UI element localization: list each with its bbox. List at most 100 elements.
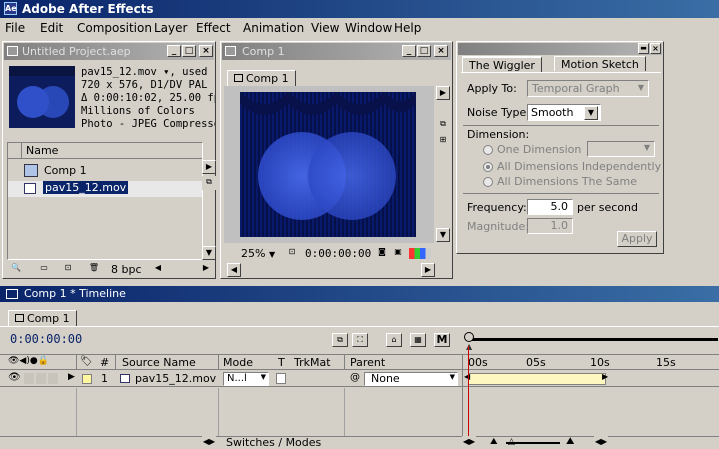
- switches-modes-toggle[interactable]: Switches / Modes: [226, 436, 321, 449]
- layer-duration-bar[interactable]: [468, 373, 606, 385]
- zoom-out-icon[interactable]: ⛰: [490, 437, 498, 447]
- menu-window[interactable]: Window: [345, 21, 392, 35]
- menu-file[interactable]: File: [5, 21, 25, 35]
- menu-view[interactable]: View: [311, 21, 339, 35]
- grid-icon[interactable]: ⊞: [436, 134, 450, 148]
- scroll-left-icon[interactable]: ◀: [227, 263, 241, 277]
- zoom-in-icon[interactable]: ⛰: [566, 436, 574, 447]
- flowchart-icon[interactable]: ⧉: [202, 176, 216, 190]
- channel-colors-icon[interactable]: [409, 248, 431, 259]
- time-navigator[interactable]: ▲: [464, 332, 719, 351]
- t-header[interactable]: T: [278, 356, 285, 369]
- comp-tab[interactable]: Comp 1: [227, 70, 296, 86]
- mode-header[interactable]: Mode: [223, 356, 253, 369]
- wiggler-title-bar[interactable]: ▬ ×: [458, 43, 662, 55]
- scroll-right-icon[interactable]: ▶: [421, 263, 435, 277]
- trkmat-header[interactable]: TrkMat: [294, 356, 331, 369]
- maximize-button[interactable]: □: [182, 45, 196, 57]
- radio-one-dimension[interactable]: One Dimension: [483, 143, 581, 156]
- frequency-input[interactable]: 5.0: [527, 199, 573, 215]
- navigator-start-handle[interactable]: [464, 332, 474, 342]
- layer-out-point-icon[interactable]: ▶: [602, 372, 608, 381]
- minimize-button[interactable]: _: [167, 45, 181, 57]
- magnitude-input[interactable]: 1.0: [527, 218, 573, 234]
- minimize-button[interactable]: _: [402, 45, 416, 57]
- flowchart-icon[interactable]: ⧉: [436, 118, 450, 132]
- eye-icon[interactable]: 👁: [8, 372, 21, 383]
- apply-to-dropdown[interactable]: Temporal Graph ▼: [527, 80, 649, 97]
- comp-viewer[interactable]: [224, 86, 434, 243]
- layer-name[interactable]: pav15_12.mov: [135, 372, 216, 385]
- pickwhip-icon[interactable]: @: [350, 372, 360, 383]
- one-dimension-dropdown[interactable]: ▼: [587, 141, 655, 157]
- scroll-right-icon[interactable]: ▶: [202, 160, 216, 174]
- comp-hscroll[interactable]: ◀ ▶: [223, 263, 451, 277]
- preserve-transparency-checkbox[interactable]: [276, 373, 286, 384]
- comp-toolbar: 25% ▼ ⊡ 0:00:00:00 ◙ ▣: [223, 245, 451, 263]
- timeline-title-bar[interactable]: Comp 1 * Timeline: [0, 286, 719, 302]
- project-scrollbar[interactable]: ▶ ⧉ ▼: [202, 160, 216, 260]
- table-row[interactable]: 👁 ▶ 1 pav15_12.mov N...l ▼ @ None ▼ ◀ ▶: [0, 371, 719, 387]
- maximize-button[interactable]: □: [417, 45, 431, 57]
- chevron-down-icon: ▼: [268, 250, 276, 259]
- solo-switch[interactable]: [36, 373, 46, 384]
- bpc-button[interactable]: 8 bpc: [111, 263, 142, 276]
- parent-dropdown[interactable]: None ▼: [364, 372, 458, 386]
- show-snapshot-icon[interactable]: ▣: [391, 246, 405, 260]
- timeline-comp-tab[interactable]: Comp 1: [8, 310, 77, 326]
- scroll-right-icon[interactable]: ▶: [199, 262, 213, 276]
- menu-effect[interactable]: Effect: [196, 21, 231, 35]
- noise-type-dropdown[interactable]: Smooth ▼: [527, 104, 601, 121]
- source-name-header[interactable]: Source Name: [122, 356, 196, 369]
- close-button[interactable]: ×: [199, 45, 213, 57]
- timeline-timecode[interactable]: 0:00:00:00: [10, 332, 82, 346]
- scroll-left-icon[interactable]: ◀: [151, 262, 165, 276]
- palette-menu-button[interactable]: ▬: [638, 43, 649, 54]
- apply-button[interactable]: Apply: [617, 231, 657, 247]
- new-folder-icon[interactable]: ▭: [37, 262, 51, 276]
- scroll-right-icon[interactable]: ◀▶: [594, 436, 608, 449]
- zoom-dropdown[interactable]: 25% ▼: [241, 247, 275, 260]
- menu-help[interactable]: Help: [394, 21, 421, 35]
- trash-icon[interactable]: 🗑: [87, 262, 101, 276]
- new-comp-icon[interactable]: ⊡: [61, 262, 75, 276]
- expand-triangle-icon[interactable]: ▶: [68, 372, 75, 382]
- tab-motion-sketch[interactable]: Motion Sketch: [554, 56, 646, 71]
- close-button[interactable]: ×: [650, 43, 661, 54]
- list-item-footage[interactable]: pav15_12.mov: [8, 181, 202, 197]
- comp-flow-icon[interactable]: ⧉: [332, 333, 348, 347]
- parent-header[interactable]: Parent: [350, 356, 385, 369]
- audio-switch[interactable]: [24, 373, 34, 384]
- menu-animation[interactable]: Animation: [243, 21, 304, 35]
- menu-layer[interactable]: Layer: [154, 21, 187, 35]
- radio-all-independently[interactable]: All Dimensions Independently: [483, 160, 661, 173]
- menu-edit[interactable]: Edit: [40, 21, 63, 35]
- comp-timecode[interactable]: 0:00:00:00: [305, 247, 371, 260]
- scroll-down-icon[interactable]: ▼: [202, 246, 216, 260]
- title-safe-icon[interactable]: ⊡: [285, 246, 299, 260]
- project-title-bar[interactable]: Untitled Project.aep _ □ ×: [4, 43, 214, 60]
- draft-3d-icon[interactable]: ⛶: [352, 333, 368, 347]
- scroll-right-icon[interactable]: ▶: [436, 86, 450, 100]
- expand-panel-icon[interactable]: ◀▶: [202, 436, 216, 449]
- tab-the-wiggler[interactable]: The Wiggler: [462, 56, 542, 72]
- scroll-down-icon[interactable]: ▼: [436, 228, 450, 242]
- current-time-indicator[interactable]: [468, 346, 469, 436]
- lock-switch[interactable]: [48, 373, 58, 384]
- hide-shy-icon[interactable]: ⌂: [386, 333, 402, 347]
- frame-blend-icon[interactable]: ▦: [410, 333, 426, 347]
- comp-title-bar[interactable]: Comp 1 _ □ ×: [222, 43, 451, 60]
- label-color-swatch[interactable]: [82, 374, 92, 384]
- close-button[interactable]: ×: [434, 45, 448, 57]
- mode-dropdown[interactable]: N...l ▼: [223, 372, 269, 386]
- scroll-left-icon[interactable]: ◀▶: [462, 436, 476, 449]
- find-icon[interactable]: 🔍: [7, 262, 25, 276]
- cti-handle-icon[interactable]: ▲: [466, 342, 472, 351]
- camera-snapshot-icon[interactable]: ◙: [375, 246, 389, 260]
- radio-all-same[interactable]: All Dimensions The Same: [483, 175, 637, 188]
- zoom-slider-thumb[interactable]: △: [508, 437, 515, 447]
- menu-composition[interactable]: Composition: [77, 21, 152, 35]
- motion-blur-icon[interactable]: M: [434, 333, 450, 347]
- column-name-header[interactable]: Name: [26, 144, 58, 157]
- list-item-comp[interactable]: Comp 1: [8, 163, 202, 179]
